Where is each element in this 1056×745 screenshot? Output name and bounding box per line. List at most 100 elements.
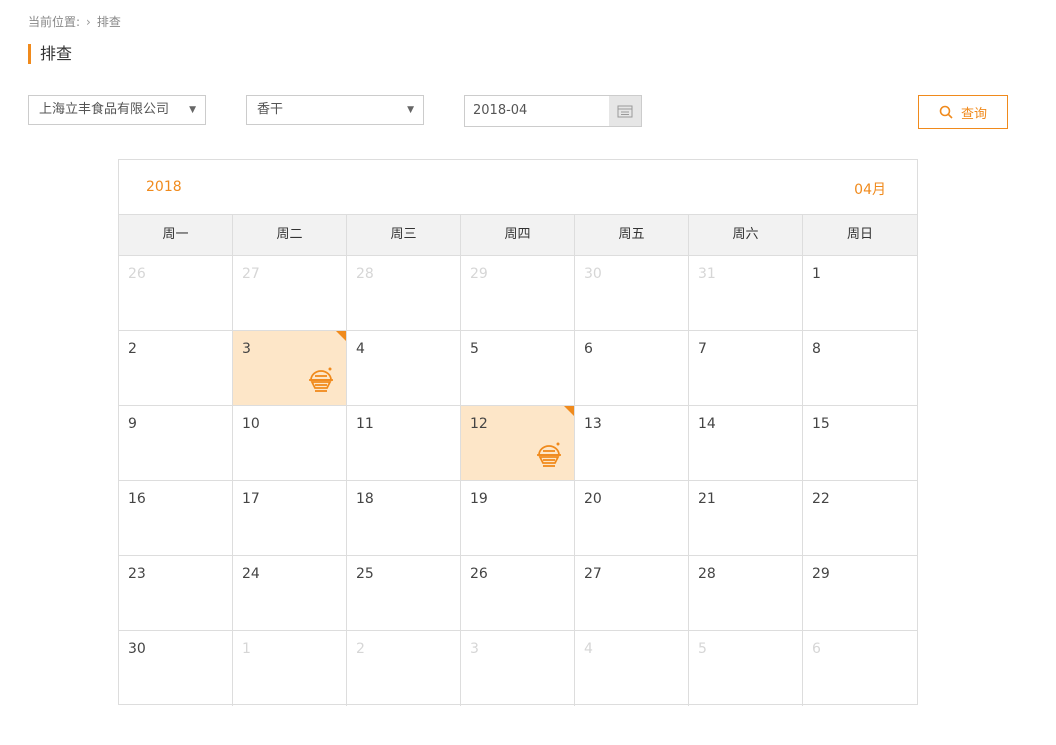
weekday-header: 周五 xyxy=(575,215,689,255)
calendar-day[interactable]: 29 xyxy=(803,556,917,631)
search-button[interactable]: 查询 xyxy=(918,95,1008,129)
day-number: 6 xyxy=(812,641,821,657)
search-button-label: 查询 xyxy=(960,106,987,122)
day-number: 3 xyxy=(470,641,479,657)
day-number: 29 xyxy=(812,566,830,582)
calendar-day-other-month[interactable]: 6 xyxy=(803,631,917,706)
calendar-day[interactable]: 17 xyxy=(233,481,347,556)
day-number: 5 xyxy=(698,641,707,657)
calendar-icon[interactable] xyxy=(609,96,641,126)
date-picker[interactable]: 2018-04 xyxy=(464,95,642,127)
company-select[interactable]: 上海立丰食品有限公司 ▼ xyxy=(28,95,206,125)
calendar-day-other-month[interactable]: 1 xyxy=(233,631,347,706)
calendar-day-other-month[interactable]: 2 xyxy=(347,631,461,706)
calendar-day[interactable]: 15 xyxy=(803,406,917,481)
product-select[interactable]: 香干 ▼ xyxy=(246,95,424,125)
calendar-month: 04月 xyxy=(854,182,886,198)
day-number: 14 xyxy=(698,416,716,432)
weekday-header: 周六 xyxy=(689,215,803,255)
breadcrumb-current[interactable]: 排查 xyxy=(97,13,121,30)
day-number: 7 xyxy=(698,341,707,357)
weekday-header: 周四 xyxy=(461,215,575,255)
day-number: 11 xyxy=(356,416,374,432)
search-icon xyxy=(939,105,953,119)
calendar: 2018 04月 周一 周二 周三 周四 周五 周六 周日 26 27 28 29 30 31 1 2 3 4… xyxy=(118,159,918,706)
calendar-day[interactable]: 25 xyxy=(347,556,461,631)
calendar-day[interactable]: 20 xyxy=(575,481,689,556)
food-bowl-icon xyxy=(306,365,336,395)
calendar-day[interactable]: 9 xyxy=(119,406,233,481)
day-number: 21 xyxy=(698,491,716,507)
calendar-day-other-month[interactable]: 28 xyxy=(347,256,461,331)
day-number: 22 xyxy=(812,491,830,507)
calendar-day[interactable]: 19 xyxy=(461,481,575,556)
calendar-day[interactable]: 26 xyxy=(461,556,575,631)
calendar-day[interactable]: 23 xyxy=(119,556,233,631)
day-number: 10 xyxy=(242,416,260,432)
day-number: 17 xyxy=(242,491,260,507)
day-number: 26 xyxy=(128,266,146,282)
day-number: 13 xyxy=(584,416,602,432)
day-number: 8 xyxy=(812,341,821,357)
day-number: 3 xyxy=(242,341,251,357)
calendar-day[interactable]: 21 xyxy=(689,481,803,556)
calendar-day-other-month[interactable]: 31 xyxy=(689,256,803,331)
calendar-day[interactable]: 30 xyxy=(119,631,233,706)
calendar-day-other-month[interactable]: 30 xyxy=(575,256,689,331)
day-number: 9 xyxy=(128,416,137,432)
breadcrumb-label: 当前位置: xyxy=(28,15,81,29)
dropdown-arrow-icon: ▼ xyxy=(189,105,196,115)
calendar-day[interactable]: 2 xyxy=(119,331,233,406)
day-number: 19 xyxy=(470,491,488,507)
day-number: 16 xyxy=(128,491,146,507)
calendar-grid: 26 27 28 29 30 31 1 2 3 4 5 6 7 8 9 10 11 12 13 14 15 16 17 18 1… xyxy=(119,256,917,706)
weekday-row: 周一 周二 周三 周四 周五 周六 周日 xyxy=(119,215,917,256)
calendar-day[interactable]: 10 xyxy=(233,406,347,481)
calendar-day[interactable]: 4 xyxy=(347,331,461,406)
calendar-day[interactable]: 8 xyxy=(803,331,917,406)
calendar-day-other-month[interactable]: 3 xyxy=(461,631,575,706)
calendar-day[interactable]: 24 xyxy=(233,556,347,631)
calendar-day[interactable]: 6 xyxy=(575,331,689,406)
calendar-day[interactable]: 13 xyxy=(575,406,689,481)
day-number: 29 xyxy=(470,266,488,282)
company-select-value: 上海立丰食品有限公司 xyxy=(39,102,170,117)
calendar-day[interactable]: 22 xyxy=(803,481,917,556)
day-number: 30 xyxy=(128,641,146,657)
calendar-day[interactable]: 16 xyxy=(119,481,233,556)
day-number: 26 xyxy=(470,566,488,582)
day-number: 24 xyxy=(242,566,260,582)
calendar-day[interactable]: 5 xyxy=(461,331,575,406)
day-number: 27 xyxy=(584,566,602,582)
calendar-day-other-month[interactable]: 4 xyxy=(575,631,689,706)
day-number: 2 xyxy=(356,641,365,657)
calendar-day[interactable]: 28 xyxy=(689,556,803,631)
breadcrumb: 当前位置: › 排查 xyxy=(28,13,121,30)
calendar-day-marked[interactable]: 3 xyxy=(233,331,347,406)
calendar-day-other-month[interactable]: 29 xyxy=(461,256,575,331)
day-number: 30 xyxy=(584,266,602,282)
day-number: 4 xyxy=(584,641,593,657)
calendar-day[interactable]: 7 xyxy=(689,331,803,406)
calendar-day[interactable]: 27 xyxy=(575,556,689,631)
day-number: 28 xyxy=(698,566,716,582)
day-number: 5 xyxy=(470,341,479,357)
date-input[interactable]: 2018-04 xyxy=(473,96,527,126)
calendar-day-marked[interactable]: 12 xyxy=(461,406,575,481)
calendar-day[interactable]: 14 xyxy=(689,406,803,481)
weekday-header: 周三 xyxy=(347,215,461,255)
day-number: 4 xyxy=(356,341,365,357)
day-number: 23 xyxy=(128,566,146,582)
weekday-header: 周一 xyxy=(119,215,233,255)
calendar-day-other-month[interactable]: 27 xyxy=(233,256,347,331)
calendar-day[interactable]: 1 xyxy=(803,256,917,331)
calendar-day-other-month[interactable]: 5 xyxy=(689,631,803,706)
calendar-day-other-month[interactable]: 26 xyxy=(119,256,233,331)
day-number: 27 xyxy=(242,266,260,282)
day-number: 20 xyxy=(584,491,602,507)
page-title: 排查 xyxy=(28,44,72,64)
calendar-day[interactable]: 18 xyxy=(347,481,461,556)
weekday-header: 周日 xyxy=(846,227,873,242)
calendar-day[interactable]: 11 xyxy=(347,406,461,481)
day-number: 12 xyxy=(470,416,488,432)
